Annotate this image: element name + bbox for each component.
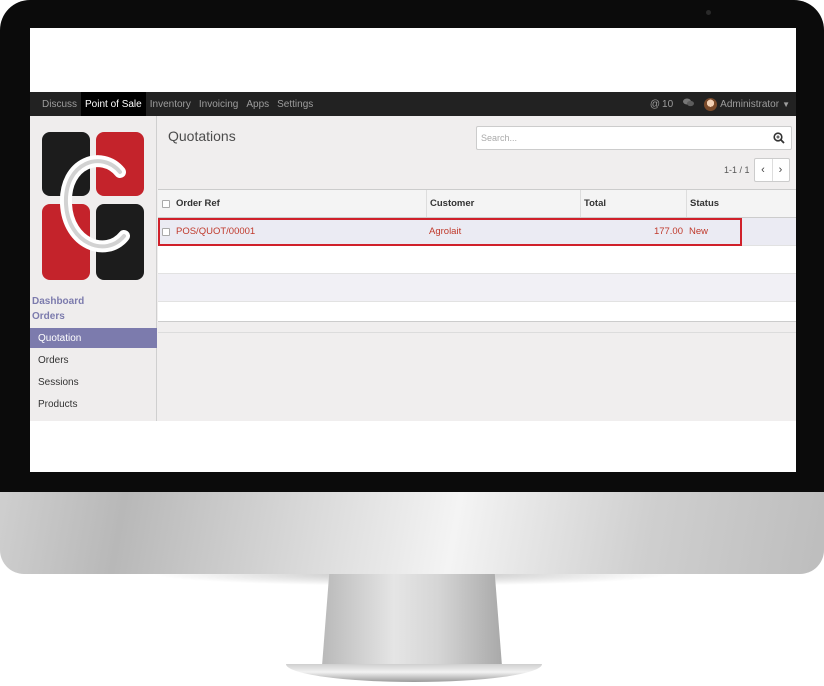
nav-settings[interactable]: Settings	[273, 92, 317, 116]
monitor-chin	[0, 492, 824, 574]
nav-apps[interactable]: Apps	[242, 92, 273, 116]
column-total[interactable]: Total	[580, 190, 606, 217]
search-icon[interactable]	[773, 132, 785, 144]
column-status[interactable]: Status	[686, 190, 719, 217]
column-customer[interactable]: Customer	[426, 190, 474, 217]
table-header: Order Ref Customer Total Status	[158, 189, 796, 218]
monitor-stand-base	[286, 664, 542, 682]
pager-buttons: ‹ ›	[753, 158, 790, 182]
webcam-dot	[706, 10, 711, 15]
user-name: Administrator	[720, 98, 780, 110]
systray: @ 10 Administrator ▼	[650, 92, 796, 116]
app-menu: Discuss Point of Sale Inventory Invoicin…	[30, 92, 317, 116]
chevron-right-icon: ›	[778, 164, 783, 176]
quotation-table: Order Ref Customer Total Status POS/QUOT…	[158, 189, 796, 330]
select-all-checkbox[interactable]	[162, 190, 170, 217]
company-logo	[42, 132, 144, 280]
page-title: Quotations	[168, 128, 236, 144]
sidebar-item-quotation[interactable]: Quotation	[30, 328, 157, 348]
nav-invoicing[interactable]: Invoicing	[195, 92, 242, 116]
activity-count: 10	[662, 98, 674, 110]
menu-header-orders[interactable]: Orders	[32, 311, 65, 322]
monitor-stand-neck	[322, 574, 502, 666]
sidebar-item-products[interactable]: Products	[30, 394, 157, 414]
cell-total: 177.00	[653, 226, 683, 237]
user-menu[interactable]: Administrator ▼	[704, 97, 790, 111]
at-icon: @	[649, 98, 661, 110]
cell-order-ref: POS/QUOT/00001	[176, 226, 256, 237]
empty-row	[158, 274, 796, 302]
nav-point-of-sale[interactable]: Point of Sale	[81, 92, 146, 116]
pager: 1-1 / 1 ‹ ›	[724, 158, 790, 182]
app-content: Dashboard Orders Quotation Orders Sessio…	[30, 116, 796, 421]
row-checkbox[interactable]	[162, 218, 170, 245]
cell-customer: Agrolait	[429, 226, 462, 237]
nav-discuss[interactable]: Discuss	[38, 92, 81, 116]
caret-down-icon: ▼	[782, 99, 790, 109]
sidebar: Dashboard Orders Quotation Orders Sessio…	[30, 116, 157, 421]
search-input[interactable]	[481, 133, 761, 143]
nav-inventory[interactable]: Inventory	[146, 92, 195, 116]
sidebar-item-sessions[interactable]: Sessions	[30, 372, 157, 392]
top-navbar: Discuss Point of Sale Inventory Invoicin…	[30, 92, 796, 116]
pager-next-button[interactable]: ›	[771, 159, 789, 181]
search-box	[476, 126, 792, 150]
sidebar-item-orders[interactable]: Orders	[30, 350, 157, 370]
pager-value[interactable]: 1-1 / 1	[724, 165, 750, 175]
column-order-ref[interactable]: Order Ref	[176, 190, 220, 217]
main-panel: Quotations 1-1 / 1 ‹ ›	[158, 116, 796, 421]
chat-icon[interactable]	[683, 98, 695, 110]
menu-header-dashboard[interactable]: Dashboard	[32, 296, 84, 307]
table-row[interactable]: POS/QUOT/00001 Agrolait 177.00 New	[158, 218, 796, 246]
cell-status: New	[689, 226, 709, 237]
monitor-bezel: Discuss Point of Sale Inventory Invoicin…	[0, 0, 824, 492]
empty-row	[158, 246, 796, 274]
avatar	[704, 97, 718, 111]
table-footer	[158, 321, 796, 333]
pager-previous-button[interactable]: ‹	[755, 159, 772, 181]
chevron-left-icon: ‹	[761, 164, 765, 176]
activity-button[interactable]: @ 10	[650, 99, 673, 110]
screen: Discuss Point of Sale Inventory Invoicin…	[30, 28, 796, 472]
